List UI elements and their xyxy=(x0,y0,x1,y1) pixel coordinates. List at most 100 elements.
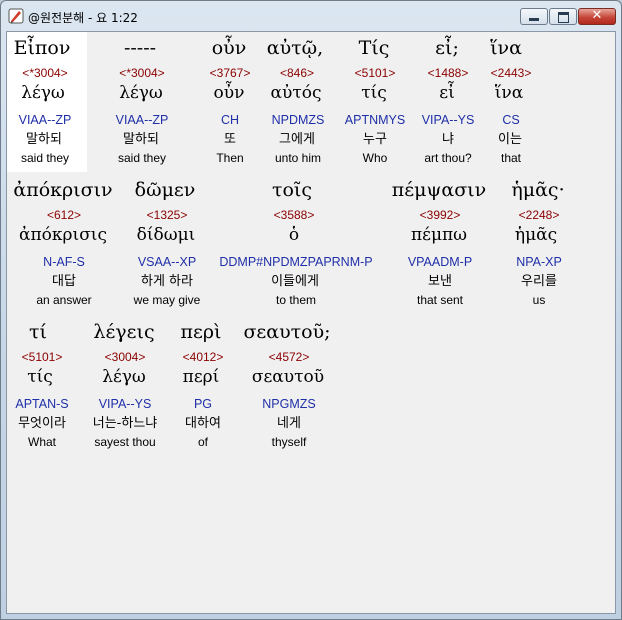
english-gloss: unto him xyxy=(274,151,322,165)
english-gloss: said they xyxy=(20,151,70,165)
morphology: N-AF-S xyxy=(43,255,85,269)
english-gloss: thyself xyxy=(271,435,307,449)
strongs-number: <1325> xyxy=(146,208,188,222)
english-gloss: said they xyxy=(117,151,167,165)
korean-gloss: 그에게 xyxy=(279,132,315,147)
greek-word: πέμψασιν xyxy=(391,179,487,201)
lemma: αὐτός xyxy=(270,83,322,103)
english-gloss: What xyxy=(27,435,57,449)
maximize-button[interactable] xyxy=(549,8,577,25)
lemma: ἵνα xyxy=(494,83,524,103)
minimize-button[interactable] xyxy=(520,8,548,25)
korean-gloss: 대하여 xyxy=(185,416,221,431)
korean-gloss: 이는 xyxy=(498,132,522,147)
english-gloss: us xyxy=(532,293,546,307)
morphology: VIPA--YS xyxy=(98,397,152,411)
english-gloss: Then xyxy=(216,151,244,165)
korean-gloss: 냐 xyxy=(442,132,454,147)
close-button[interactable]: ✕ xyxy=(578,8,616,25)
english-gloss: Who xyxy=(362,151,388,165)
strongs-number: <846> xyxy=(279,66,315,80)
strongs-number: <2443> xyxy=(490,66,532,80)
lemma: τίς xyxy=(361,83,387,103)
morphology: CS xyxy=(502,113,520,127)
morphology: VPAADM-P xyxy=(407,255,473,269)
morphology: APTAN-S xyxy=(15,397,69,411)
korean-gloss: 말하되 xyxy=(26,132,62,147)
greek-word: Τίς xyxy=(358,37,390,59)
korean-gloss: 이들에게 xyxy=(271,274,319,289)
minimize-icon xyxy=(529,18,539,21)
close-icon: ✕ xyxy=(591,8,603,23)
morphology: NPDMZS xyxy=(271,113,325,127)
lemma: λέγω xyxy=(21,83,65,103)
english-gloss: of xyxy=(197,435,209,449)
english-gloss: that xyxy=(500,151,522,165)
korean-gloss: 무엇이라 xyxy=(18,416,66,431)
strongs-number: <5101> xyxy=(354,66,396,80)
morphology: PG xyxy=(193,397,213,411)
english-gloss: we may give xyxy=(133,293,201,307)
strongs-number: <4572> xyxy=(268,350,310,364)
lemma: σεαυτοῦ xyxy=(251,367,325,387)
english-gloss: art thou? xyxy=(424,151,472,165)
greek-word: αὐτῷ, xyxy=(266,37,324,59)
lemma: πέμπω xyxy=(410,225,468,245)
interlinear-panel[interactable]: Εἶπον <*3004> λέγω VIAA--ZP 말하되 said the… xyxy=(6,31,616,614)
greek-word: οὖν xyxy=(211,37,247,59)
greek-word: σεαυτοῦ; xyxy=(243,321,331,343)
english-gloss: to them xyxy=(275,293,317,307)
english-gloss: that sent xyxy=(416,293,464,307)
lemma: οὖν xyxy=(213,83,245,103)
application-window: @원전분해 - 요 1:22 ✕ Εἶπον <*3004> λέγω VIAA… xyxy=(0,0,622,620)
greek-word: εἶ; xyxy=(435,37,459,59)
greek-word: Εἶπον xyxy=(13,37,71,59)
morphology: NPA-XP xyxy=(516,255,562,269)
greek-word: περὶ xyxy=(180,321,222,343)
strongs-number: <3004> xyxy=(104,350,146,364)
morphology: NPGMZS xyxy=(262,397,316,411)
greek-word: ----- xyxy=(123,37,157,59)
window-title: @원전분해 - 요 1:22 xyxy=(28,11,138,25)
greek-word: ἀπόκρισιν xyxy=(13,179,113,201)
lemma: τίς xyxy=(27,367,53,387)
title-bar[interactable]: @원전분해 - 요 1:22 ✕ xyxy=(1,1,621,31)
english-gloss: sayest thou xyxy=(94,435,156,449)
greek-word: τοῖς xyxy=(271,179,313,201)
lemma: δίδωμι xyxy=(136,225,196,245)
korean-gloss: 너는-하느냐 xyxy=(92,416,158,431)
strongs-number: <2248> xyxy=(518,208,560,222)
strongs-number: <3992> xyxy=(419,208,461,222)
strongs-number: <1488> xyxy=(427,66,469,80)
lemma: λέγω xyxy=(102,367,146,387)
strongs-number: <*3004> xyxy=(119,66,165,80)
strongs-number: <3588> xyxy=(273,208,315,222)
lemma: λέγω xyxy=(119,83,163,103)
korean-gloss: 또 xyxy=(224,132,236,147)
morphology: VSAA--XP xyxy=(137,255,197,269)
english-gloss: an answer xyxy=(36,293,92,307)
strongs-number: <3767> xyxy=(209,66,251,80)
greek-word: λέγεις xyxy=(93,321,155,343)
maximize-icon xyxy=(558,12,569,23)
strongs-number: <5101> xyxy=(21,350,63,364)
korean-gloss: 우리를 xyxy=(521,274,557,289)
morphology: APTNMYS xyxy=(344,113,406,127)
morphology: CH xyxy=(220,113,240,127)
lemma: εἶ xyxy=(439,83,455,103)
morphology: DDMP#NPDMZPAPRNM-P xyxy=(219,255,373,269)
morphology: VIAA--ZP xyxy=(18,113,72,127)
greek-word: ἵνα xyxy=(490,37,522,59)
bible-app-icon xyxy=(8,8,24,24)
lemma: ὁ xyxy=(288,225,300,245)
greek-word: τί xyxy=(29,321,47,343)
lemma: ἡμᾶς xyxy=(514,225,558,245)
korean-gloss: 보낸 xyxy=(428,274,452,289)
korean-gloss: 누구 xyxy=(363,132,387,147)
korean-gloss: 네게 xyxy=(277,416,301,431)
morphology: VIPA--YS xyxy=(421,113,475,127)
strongs-number: <612> xyxy=(46,208,82,222)
strongs-number: <4012> xyxy=(182,350,224,364)
korean-gloss: 말하되 xyxy=(123,132,159,147)
strongs-number: <*3004> xyxy=(22,66,68,80)
